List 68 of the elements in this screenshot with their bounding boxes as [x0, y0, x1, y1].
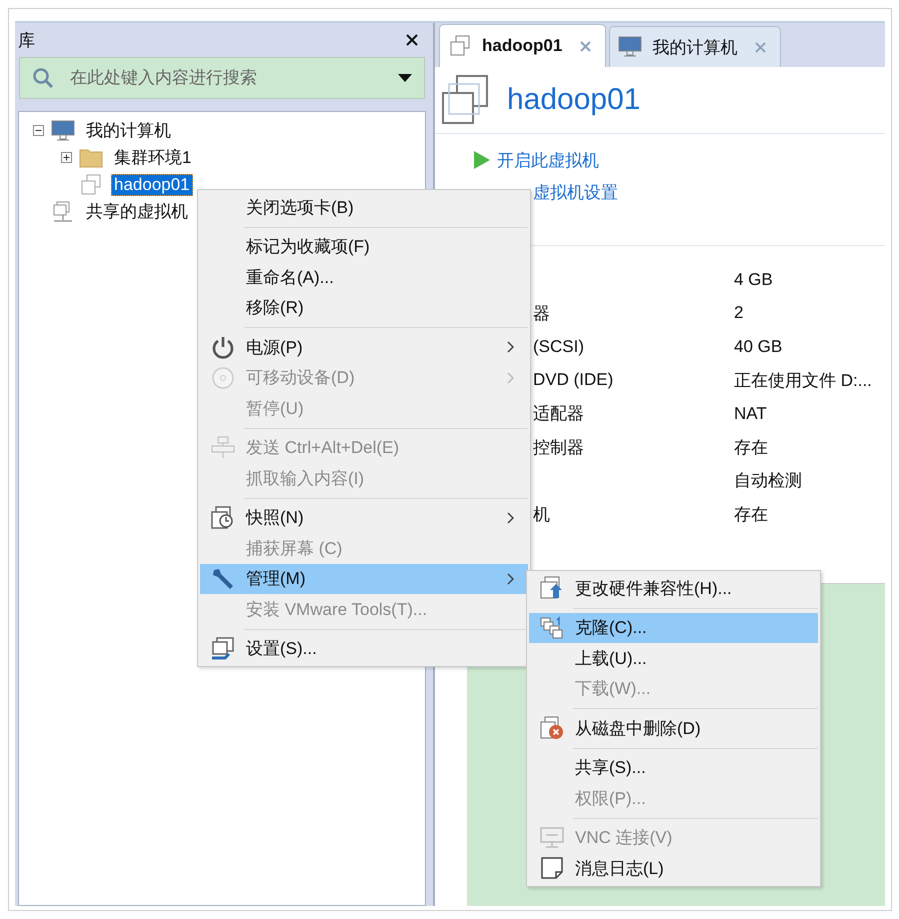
monitor-icon [540, 826, 564, 850]
menu-item[interactable]: 消息日志(L) [529, 853, 818, 884]
menu-item[interactable]: 快照(N) [200, 502, 528, 533]
menu-item[interactable]: 克隆(C)... [529, 612, 818, 643]
device-label: 器 [533, 304, 550, 323]
clone-icon [540, 616, 564, 640]
chevron-icon [507, 341, 514, 354]
device-label: DVD (IDE) [533, 370, 614, 390]
search-input[interactable]: 在此处键入内容进行搜索 [68, 67, 384, 89]
menu-item[interactable]: 共享(S)... [529, 752, 818, 783]
disc-icon [211, 366, 235, 390]
device-value: 4 GB [734, 270, 773, 290]
monitor-icon [618, 36, 642, 58]
menu-item[interactable]: 标记为收藏项(F) [200, 232, 528, 262]
tab[interactable]: 我的计算机 [609, 26, 782, 67]
close-icon[interactable] [406, 34, 418, 46]
device-value: 存在 [734, 436, 768, 459]
tree-item[interactable]: 集群环境1 [111, 145, 194, 170]
vm-title: hadoop01 [507, 83, 640, 117]
upgrade-icon [540, 576, 564, 600]
device-label: 适配器 [533, 404, 584, 424]
tree-item[interactable]: 我的计算机 [83, 118, 174, 143]
chevron-icon [507, 572, 514, 585]
power-icon [211, 335, 235, 360]
tree-item[interactable]: hadoop01 [111, 174, 193, 196]
monitor-icon [51, 120, 75, 142]
menu-item[interactable]: 更改硬件兼容性(H)... [529, 573, 818, 604]
device-value: 自动检测 [734, 470, 802, 492]
device-label: 机 [533, 504, 550, 524]
network-icon [211, 436, 235, 460]
action-link[interactable]: 虚拟机设置 [533, 180, 618, 204]
menu-item[interactable]: 管理(M) [200, 564, 528, 594]
snapshot-icon [211, 506, 235, 530]
chevron-icon [507, 372, 514, 384]
wrench-icon [211, 566, 235, 591]
play-icon[interactable] [473, 150, 491, 170]
menu-item[interactable]: 上载(U)... [529, 643, 818, 674]
device-value: NAT [734, 404, 767, 424]
note-icon [540, 856, 564, 880]
vm-icon [79, 174, 103, 196]
device-value: 40 GB [734, 336, 782, 357]
folder-icon [79, 148, 103, 168]
device-value: 2 [734, 303, 744, 324]
menu-item[interactable]: 电源(P) [200, 332, 528, 362]
shared-vm-icon [51, 200, 75, 222]
device-label: (SCSI) [533, 336, 584, 356]
vm-icon [439, 74, 491, 126]
panel-title: 库 [18, 30, 35, 52]
tree-item[interactable]: 共享的虚拟机 [83, 199, 191, 224]
chevron-icon [507, 512, 514, 524]
menu-item[interactable]: 重命名(A)... [200, 262, 528, 292]
menu-item[interactable]: 关闭选项卡(B) [200, 192, 528, 222]
tree-toggle[interactable] [61, 152, 73, 163]
settings-icon [211, 636, 235, 661]
search-icon [32, 67, 54, 89]
menu-item[interactable]: 从磁盘中删除(D) [529, 713, 818, 744]
menu-item[interactable]: 移除(R) [200, 292, 528, 323]
vm-icon [448, 35, 472, 57]
menu-item[interactable]: 设置(S)... [200, 634, 528, 664]
search-field[interactable]: 在此处键入内容进行搜索 [19, 57, 425, 99]
tree-toggle[interactable] [33, 125, 45, 136]
device-value: 正在使用文件 D:... [734, 370, 872, 392]
action-link[interactable]: 开启此虚拟机 [497, 148, 599, 172]
tab[interactable]: hadoop01 [439, 24, 606, 67]
dropdown-icon[interactable] [398, 74, 412, 82]
delete-icon [540, 716, 564, 740]
device-label: 控制器 [533, 438, 584, 457]
device-value: 存在 [734, 504, 768, 526]
